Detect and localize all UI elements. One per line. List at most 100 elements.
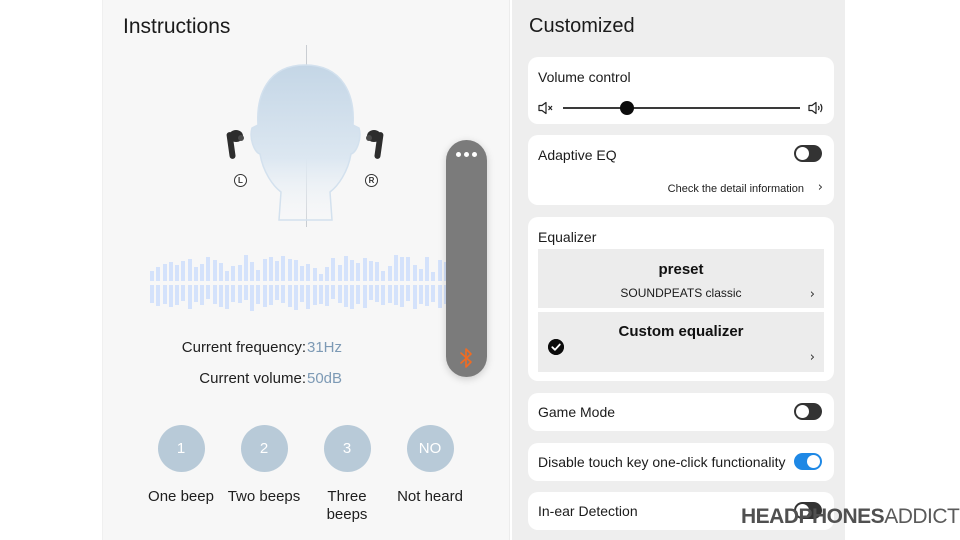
waveform-bar-top — [350, 260, 354, 281]
waveform-bar-top — [312, 268, 317, 281]
chevron-right-icon[interactable]: › — [818, 180, 823, 195]
waveform-bar-bottom — [156, 285, 161, 306]
waveform-bar-bottom — [175, 285, 179, 305]
game-mode-toggle[interactable] — [794, 403, 822, 420]
waveform-bar-bottom — [300, 285, 304, 302]
eq-preset-value: SOUNDPEATS classic — [620, 286, 742, 300]
adaptive-eq-toggle[interactable] — [794, 145, 822, 162]
waveform-bar-top — [168, 262, 173, 281]
current-frequency-value: 31Hz — [307, 339, 343, 356]
waveform-bar-bottom — [362, 285, 367, 308]
waveform-bar-top — [387, 266, 392, 281]
waveform-bar-bottom — [212, 285, 217, 304]
eq-preset-option[interactable]: preset SOUNDPEATS classic › — [538, 249, 824, 308]
answer-not-heard[interactable]: NO Not heard — [388, 425, 472, 506]
chevron-right-icon[interactable]: › — [810, 350, 815, 365]
waveform-bar-bottom — [331, 285, 336, 299]
waveform-bar-bottom — [431, 285, 436, 302]
waveform-bar-bottom — [181, 285, 186, 301]
game-mode-card: Game Mode — [528, 393, 834, 431]
waveform-bar-top — [243, 255, 248, 281]
volume-slider-thumb[interactable] — [619, 101, 634, 115]
check-detail-link[interactable]: Check the detail information — [668, 183, 804, 195]
waveform-bar-top — [162, 264, 167, 281]
waveform-bar-top — [275, 261, 279, 281]
waveform-bar-bottom — [250, 285, 254, 311]
answer-three-beeps[interactable]: 3 Three beeps — [305, 425, 389, 524]
waveform-bar-bottom — [225, 285, 229, 309]
waveform-bar-bottom — [268, 285, 273, 305]
waveform-bar-bottom — [387, 285, 392, 303]
waveform-bar-bottom — [306, 285, 311, 309]
waveform-bar-top — [250, 262, 254, 281]
waveform-bar-top — [150, 271, 154, 281]
game-mode-label: Game Mode — [538, 404, 616, 420]
answer-two-beeps-label: Two beeps — [227, 488, 301, 505]
waveform-bar-top — [256, 270, 261, 281]
disable-touch-key-label: Disable touch key one-click functionalit… — [538, 454, 786, 470]
waveform-bar-top — [362, 258, 367, 281]
left-ear-label: L — [234, 174, 247, 187]
right-earbud-icon — [366, 130, 384, 159]
waveform-bar-top — [418, 269, 423, 281]
bluetooth-icon[interactable] — [459, 347, 474, 369]
answer-not-heard-label: Not heard — [397, 488, 463, 505]
waveform-bar-bottom — [356, 285, 361, 304]
waveform-bar-bottom — [406, 285, 411, 301]
volume-mute-icon[interactable] — [538, 101, 554, 115]
chevron-right-icon[interactable]: › — [810, 287, 815, 302]
toggle-knob — [796, 147, 809, 160]
waveform-bar-top — [412, 265, 417, 281]
volume-control-label: Volume control — [538, 69, 631, 85]
waveform-bar-bottom — [162, 285, 167, 304]
answer-three-beeps-button[interactable]: 3 — [323, 425, 371, 472]
waveform-bar-top — [268, 257, 273, 281]
watermark-bold: HEADPHONES — [741, 505, 885, 528]
waveform-bar-top — [425, 257, 429, 281]
waveform-bar-top — [393, 255, 398, 281]
volume-slider[interactable] — [563, 101, 800, 115]
waveform-bar-top — [237, 265, 242, 281]
waveform-bar-bottom — [231, 285, 236, 302]
answer-one-beep-label: One beep — [148, 488, 214, 505]
eq-custom-option[interactable]: Custom equalizer › — [538, 312, 824, 372]
adaptive-eq-card: Adaptive EQ Check the detail information… — [528, 135, 834, 205]
waveform-bar-bottom — [193, 285, 198, 302]
current-volume-value: 50dB — [307, 370, 343, 387]
current-volume-label: Current volume: — [199, 370, 306, 387]
toggle-knob — [796, 405, 809, 418]
waveform-bar-top — [368, 261, 373, 281]
waveform-bar-top — [400, 257, 404, 281]
waveform-bar-bottom — [400, 285, 404, 307]
waveform-bar-top — [381, 271, 386, 281]
waveform-bar-bottom — [281, 285, 286, 303]
waveform-bar-bottom — [200, 285, 204, 305]
floating-control-pill[interactable] — [446, 140, 487, 377]
waveform-bar-top — [181, 261, 186, 281]
watermark-light: ADDICT — [884, 505, 960, 528]
right-ear-label: R — [365, 174, 378, 187]
waveform-bar-bottom — [262, 285, 267, 307]
waveform-bar-top — [281, 256, 286, 281]
waveform-bar-top — [300, 266, 304, 281]
waveform-bar-bottom — [218, 285, 223, 307]
answer-two-beeps[interactable]: 2 Two beeps — [222, 425, 306, 506]
eq-preset-title: preset — [658, 261, 704, 278]
waveform-bar-bottom — [168, 285, 173, 307]
answer-one-beep[interactable]: 1 One beep — [139, 425, 223, 506]
waveform-bar-bottom — [287, 285, 292, 307]
more-dots-icon[interactable] — [446, 152, 487, 157]
disable-touch-key-toggle[interactable] — [794, 453, 822, 470]
waveform-bar-bottom — [343, 285, 348, 307]
volume-up-icon[interactable] — [808, 101, 824, 115]
waveform-bar-bottom — [312, 285, 317, 305]
answer-two-beeps-button[interactable]: 2 — [240, 425, 288, 472]
equalizer-card: Equalizer preset SOUNDPEATS classic › Cu… — [528, 217, 834, 381]
answer-one-beep-button[interactable]: 1 — [157, 425, 205, 472]
waveform-bar-bottom — [381, 285, 386, 305]
customized-panel: Customized Volume control Adaptive EQ Ch… — [512, 0, 845, 540]
waveform-bar-bottom — [187, 285, 192, 309]
answer-not-heard-button[interactable]: NO — [406, 425, 454, 472]
waveform-bar-bottom — [275, 285, 279, 300]
waveform-bar-bottom — [237, 285, 242, 303]
